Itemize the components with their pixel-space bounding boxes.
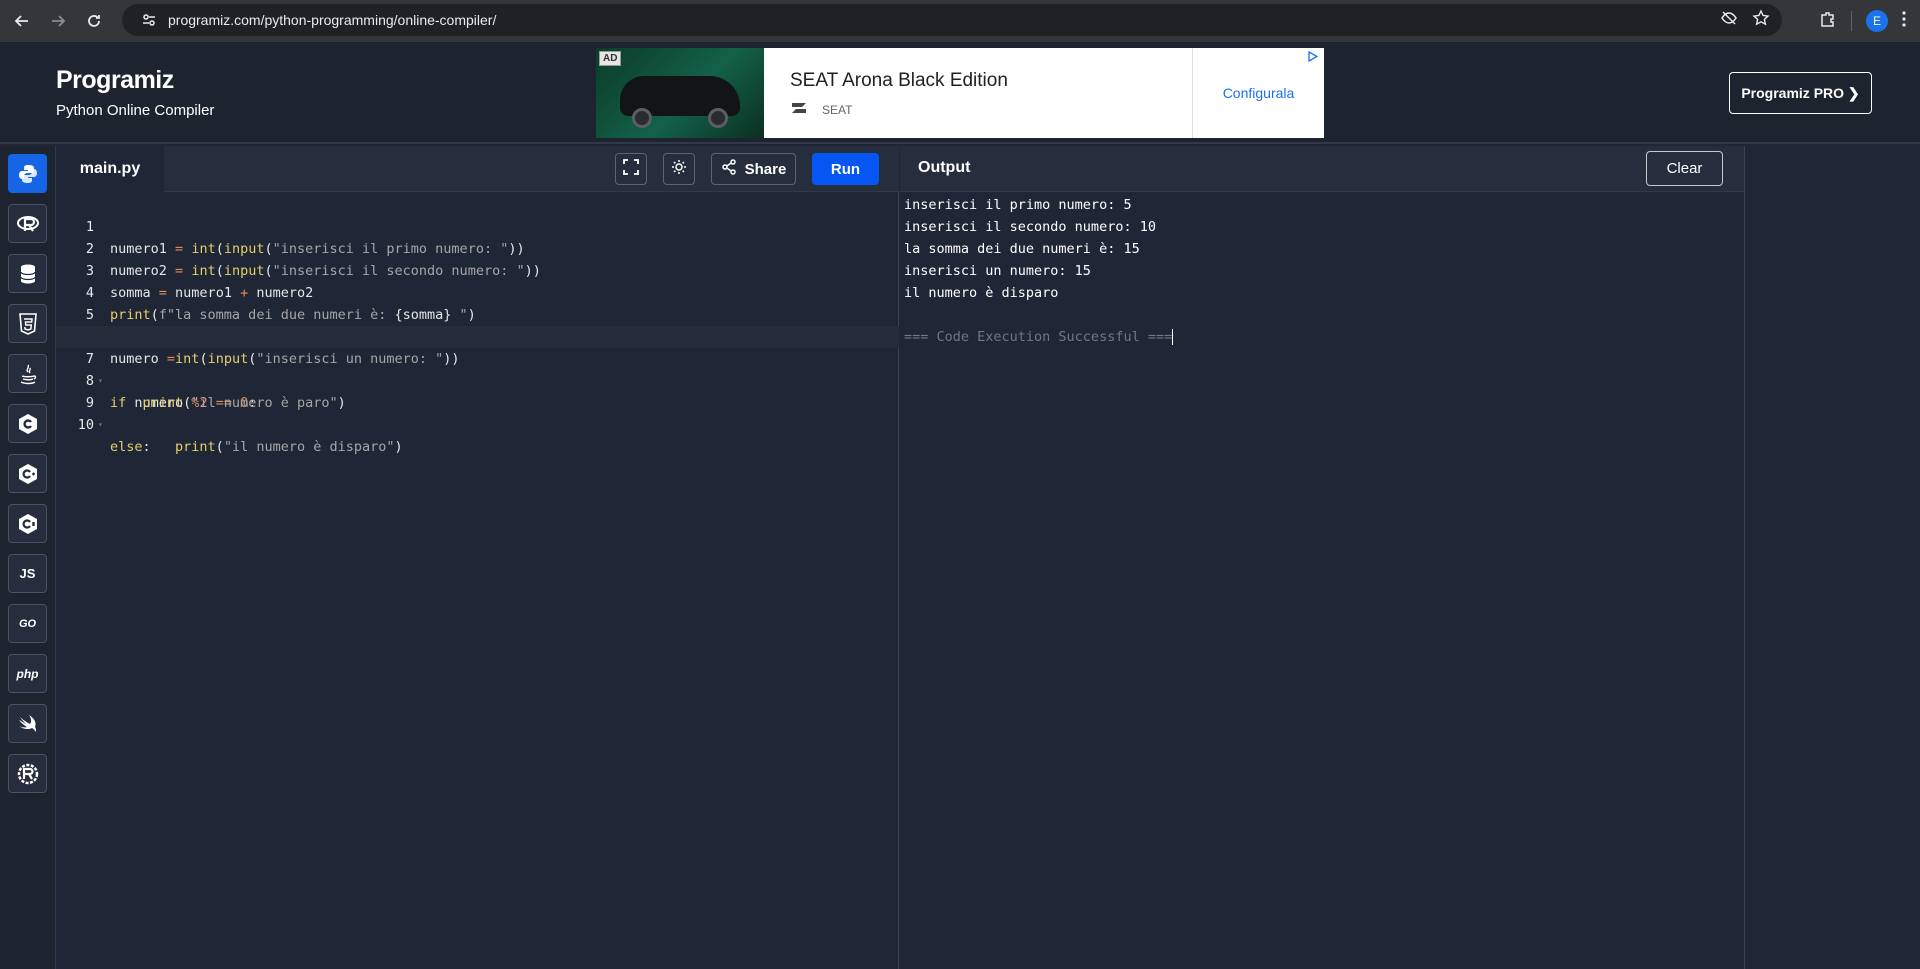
ad-choices-icon[interactable] xyxy=(1308,50,1319,65)
back-icon[interactable] xyxy=(4,3,40,39)
code-line[interactable]: 2 numero2 = int(input("inserisci il seco… xyxy=(56,216,899,279)
code-line[interactable]: 9 ▾ else: xyxy=(56,370,899,455)
javascript-icon[interactable]: JS xyxy=(8,554,47,593)
execution-status-text: === Code Execution Successful === xyxy=(904,329,1173,345)
output-line: inserisci un numero: 15 xyxy=(904,263,1091,279)
toolbar-separator xyxy=(1851,11,1852,31)
address-bar[interactable]: programiz.com/python-programming/online-… xyxy=(122,4,1782,36)
code-line[interactable]: 3 somma = numero1 + numero2 xyxy=(56,238,899,301)
output-toolbar: Output Clear xyxy=(900,146,1744,192)
sun-icon xyxy=(671,159,687,180)
forward-icon[interactable] xyxy=(40,3,76,39)
seat-logo-icon xyxy=(790,100,812,118)
output-console[interactable]: inserisci il primo numero: 5 inserisci i… xyxy=(904,194,1174,348)
cpp-language-icon[interactable] xyxy=(8,454,47,493)
share-icon xyxy=(721,159,737,179)
theme-toggle-button[interactable] xyxy=(663,153,695,185)
c-language-icon[interactable] xyxy=(8,404,47,443)
csharp-language-icon[interactable] xyxy=(8,504,47,543)
programiz-pro-button[interactable]: Programiz PRO ❯ xyxy=(1729,72,1872,114)
reload-icon[interactable] xyxy=(76,3,112,39)
java-icon[interactable] xyxy=(8,354,47,393)
file-tab-main-py[interactable]: main.py xyxy=(56,146,164,192)
more-menu-icon[interactable] xyxy=(1902,10,1906,32)
code-line[interactable]: 10 print("il numero è disparo") xyxy=(56,392,899,455)
text-caret xyxy=(1172,329,1174,345)
php-label: php xyxy=(16,666,39,681)
programiz-logo[interactable]: Programiz xyxy=(56,66,174,95)
code-line[interactable]: 7 ▾ if numero %2 == 0: xyxy=(56,326,899,411)
ad-banner[interactable]: AD SEAT Arona Black Edition SEAT Configu… xyxy=(596,48,1324,138)
ad-title[interactable]: SEAT Arona Black Edition xyxy=(790,70,1008,92)
extensions-icon[interactable] xyxy=(1819,10,1837,33)
output-line: il numero è disparo xyxy=(904,285,1059,301)
bookmark-star-icon[interactable] xyxy=(1752,8,1770,32)
go-language-icon[interactable]: GO xyxy=(8,604,47,643)
share-label: Share xyxy=(744,160,787,178)
url-text[interactable]: programiz.com/python-programming/online-… xyxy=(168,12,496,28)
code-line[interactable]: 5 xyxy=(56,282,899,323)
share-button[interactable]: Share xyxy=(711,153,796,185)
page-subtitle: Python Online Compiler xyxy=(56,102,215,119)
code-line[interactable]: 6 numero =int(input("inserisci un numero… xyxy=(56,304,899,367)
output-line: inserisci il primo numero: 5 xyxy=(904,197,1132,213)
swift-icon[interactable] xyxy=(8,704,47,743)
code-line-text: print("il numero è disparo") xyxy=(175,439,403,455)
code-line[interactable]: 4 print(f"la somma dei due numeri è: {so… xyxy=(56,260,899,323)
site-settings-icon[interactable] xyxy=(132,12,166,28)
car-wheel xyxy=(632,108,652,128)
r-language-icon[interactable] xyxy=(8,204,47,243)
line-number: 10 xyxy=(77,417,94,433)
clear-button[interactable]: Clear xyxy=(1646,151,1723,186)
fullscreen-button[interactable] xyxy=(615,153,647,185)
car-wheel xyxy=(708,108,728,128)
code-editor-panel: main.py Share Run 1 numero1 = int(input(… xyxy=(56,146,899,969)
right-empty-pane xyxy=(1744,146,1920,969)
code-line[interactable]: 8 print("il numero è paro") xyxy=(56,348,899,411)
html5-icon[interactable] xyxy=(8,304,47,343)
javascript-label: JS xyxy=(19,566,36,581)
execution-status-line: === Code Execution Successful === xyxy=(904,326,1174,348)
language-sidebar: JS GO php xyxy=(0,146,56,969)
ad-cta[interactable]: Configurala xyxy=(1223,85,1295,101)
code-area[interactable]: 1 numero1 = int(input("inserisci il prim… xyxy=(56,194,899,455)
eye-off-icon[interactable] xyxy=(1720,9,1738,32)
editor-toolbar: main.py Share Run xyxy=(56,146,899,192)
code-line[interactable]: 1 numero1 = int(input("inserisci il prim… xyxy=(56,194,899,257)
output-panel: Output Clear inserisci il primo numero: … xyxy=(900,146,1744,969)
site-header: Programiz Python Online Compiler AD SEAT… xyxy=(0,42,1920,144)
run-button[interactable]: Run xyxy=(812,153,879,185)
sql-database-icon[interactable] xyxy=(8,254,47,293)
output-line: la somma dei due numeri è: 15 xyxy=(904,241,1140,257)
output-title: Output xyxy=(918,159,971,176)
output-line: inserisci il secondo numero: 10 xyxy=(904,219,1156,235)
profile-avatar[interactable]: E xyxy=(1866,10,1888,32)
rust-icon[interactable] xyxy=(8,754,47,793)
fullscreen-icon xyxy=(623,158,639,180)
go-label: GO xyxy=(18,617,37,630)
php-icon[interactable]: php xyxy=(8,654,47,693)
ad-cta-box[interactable]: Configurala xyxy=(1192,48,1324,138)
python-icon[interactable] xyxy=(8,154,47,193)
ad-brand: SEAT xyxy=(822,103,853,117)
browser-toolbar: programiz.com/python-programming/online-… xyxy=(0,0,1920,42)
ad-badge: AD xyxy=(599,51,622,66)
